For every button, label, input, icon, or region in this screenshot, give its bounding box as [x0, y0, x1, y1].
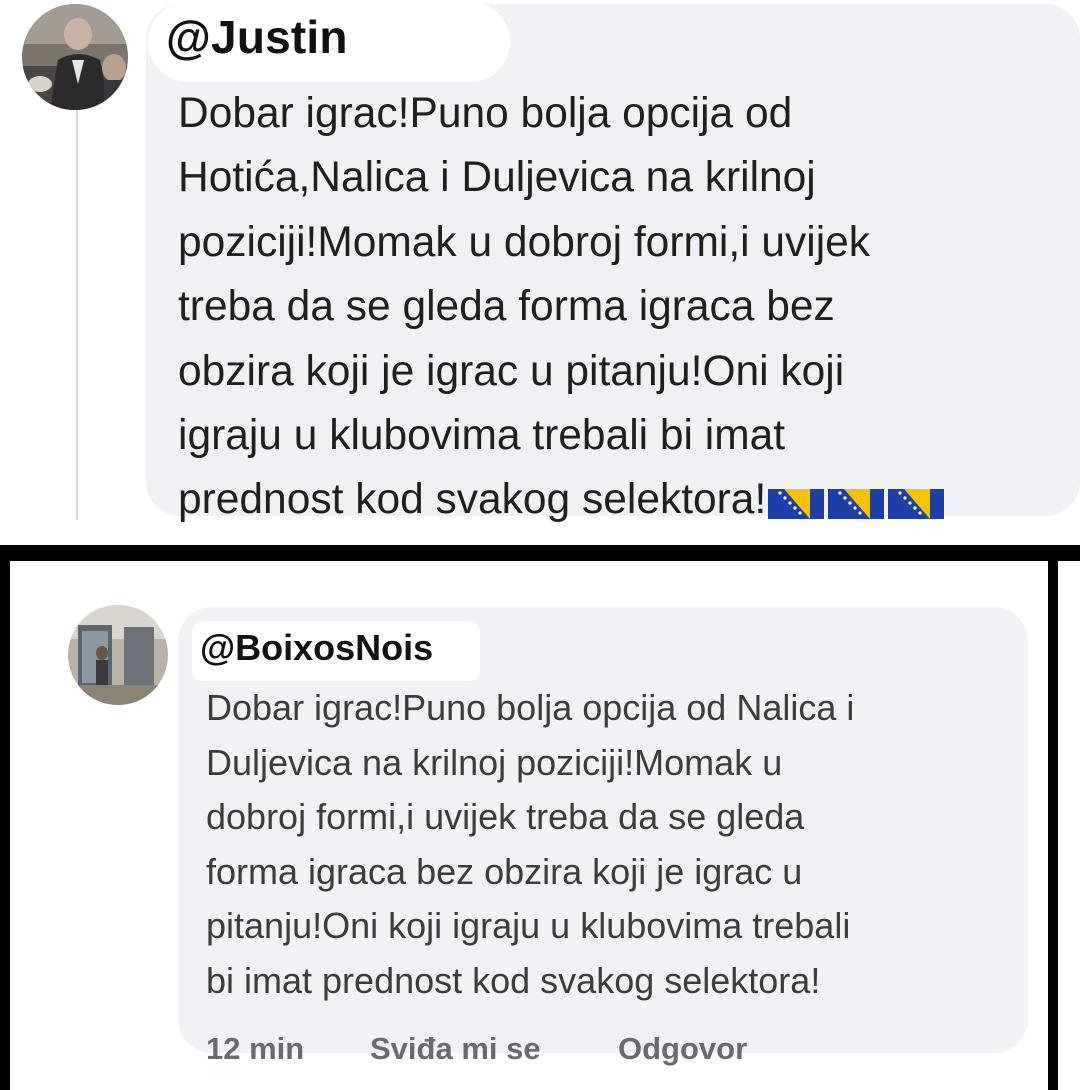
comment-line-text: prednost kod svakog selektora!: [178, 476, 767, 524]
comment-text: Dobar igrac!Puno bolja opcija od Hotića,…: [178, 82, 1068, 534]
comment-line: igraju u klubovima trebali bi imat: [178, 412, 786, 460]
frame-border-right: [1048, 545, 1058, 1090]
comment-text: Dobar igrac!Puno bolja opcija od Nalica …: [206, 681, 1016, 1008]
emoji-group: [768, 470, 948, 534]
comment-line-last: prednost kod svakog selektora!: [178, 468, 1068, 534]
comment-line: Dobar igrac!Puno bolja opcija od: [178, 90, 793, 137]
timestamp: 12 min: [206, 1031, 305, 1066]
avatar-justin[interactable]: [22, 4, 128, 110]
comment-line: Hotića,Nalica i Duljevica na krilnoj: [178, 154, 816, 202]
comment-line: pitanju!Oni koji igraju u klubovima treb…: [206, 905, 851, 946]
username-boixosnois[interactable]: @BoixosNois: [200, 627, 433, 669]
bosnia-flag-icon: [768, 488, 825, 519]
username-justin[interactable]: @Justin: [166, 10, 348, 64]
bosnia-flag-icon: [888, 488, 945, 519]
comment-line: poziciji!Momak u dobroj formi,i uvijek: [178, 218, 871, 266]
separator-bar: [0, 545, 1080, 561]
reply-button[interactable]: Odgovor: [618, 1031, 747, 1067]
comment-line: Dobar igrac!Puno bolja opcija od Nalica …: [206, 687, 855, 728]
comment-line: forma igraca bez obzira koji je igrac u: [206, 850, 803, 892]
comment-line: Duljevica na krilnoj poziciji!Momak u: [206, 741, 783, 783]
comment-line: obzira koji je igrac u pitanju!Oni koji: [178, 347, 845, 395]
comment-top: @Justin Dobar igrac!Puno bolja opcija od…: [0, 0, 1080, 523]
bosnia-flag-icon: [828, 488, 885, 519]
avatar-boixosnois[interactable]: [68, 605, 168, 705]
thread-line: [76, 108, 78, 520]
comment-bottom: @BoixosNois Dobar igrac!Puno bolja opcij…: [10, 561, 1048, 1090]
frame-border-left: [0, 545, 10, 1090]
comment-line: dobroj formi,i uvijek treba da se gleda: [206, 796, 805, 837]
comment-line: treba da se gleda forma igraca bez: [178, 283, 835, 331]
like-button[interactable]: Sviđa mi se: [370, 1031, 541, 1067]
comment-line: bi imat prednost kod svakog selektora!: [206, 959, 821, 1001]
